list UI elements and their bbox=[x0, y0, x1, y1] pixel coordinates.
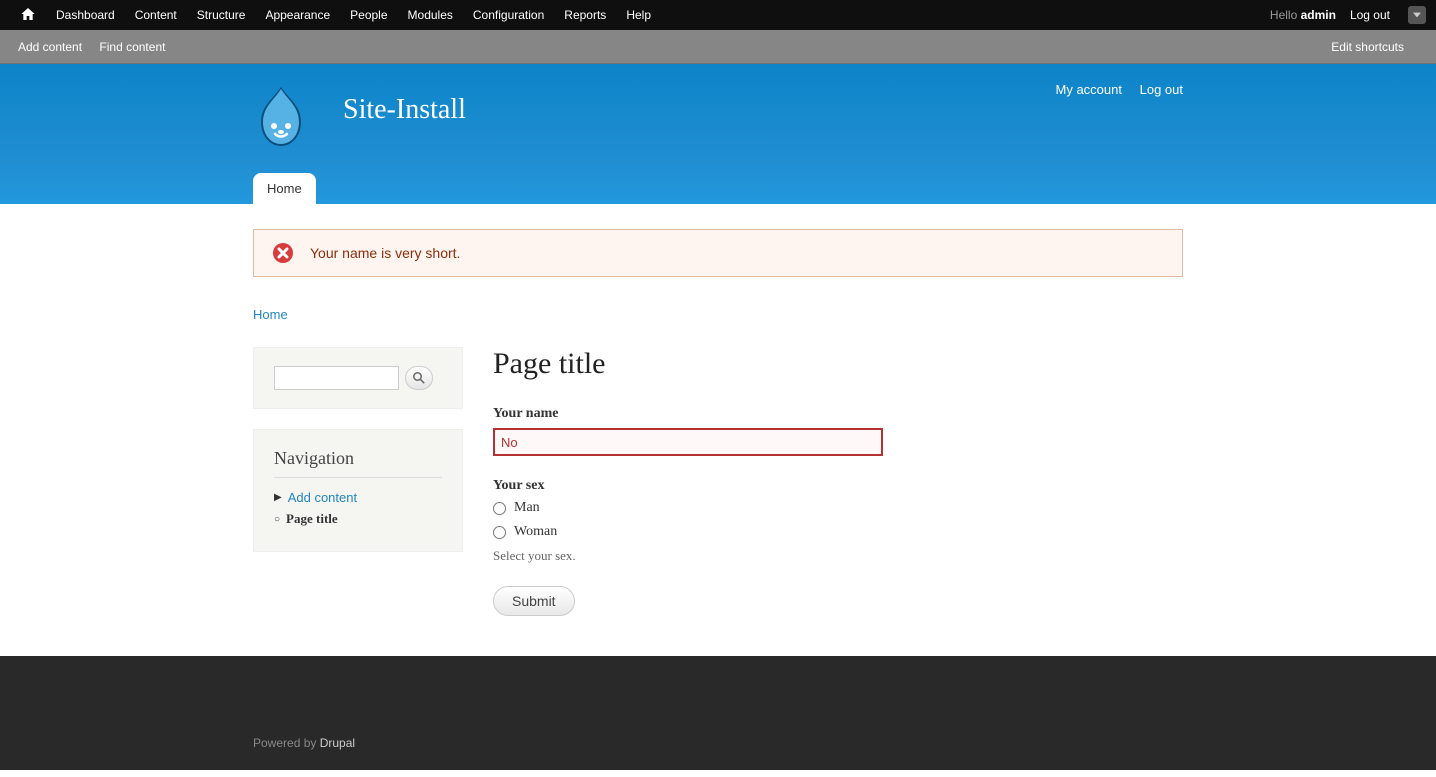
sex-label: Your sex bbox=[493, 478, 1183, 494]
nav-label-page-title: Page title bbox=[286, 511, 338, 527]
navigation-title: Navigation bbox=[274, 448, 442, 478]
submit-button[interactable]: Submit bbox=[493, 586, 575, 616]
site-logo[interactable] bbox=[253, 84, 309, 149]
admin-logout-link[interactable]: Log out bbox=[1340, 0, 1400, 30]
admin-menu-content[interactable]: Content bbox=[125, 0, 187, 30]
admin-menu-dashboard[interactable]: Dashboard bbox=[46, 0, 125, 30]
admin-menu-configuration[interactable]: Configuration bbox=[463, 0, 554, 30]
search-input[interactable] bbox=[274, 366, 399, 390]
site-name[interactable]: Site-Install bbox=[343, 94, 466, 126]
site-header: My account Log out Site-Install Home bbox=[0, 64, 1436, 204]
drupal-link[interactable]: Drupal bbox=[320, 736, 355, 750]
hello-user: Hello admin bbox=[1270, 8, 1336, 22]
admin-toolbar: Dashboard Content Structure Appearance P… bbox=[0, 0, 1436, 30]
radio-woman-row[interactable]: Woman bbox=[493, 524, 1183, 540]
shortcut-add-content[interactable]: Add content bbox=[18, 40, 82, 54]
edit-shortcuts-link[interactable]: Edit shortcuts bbox=[1331, 40, 1404, 54]
search-button[interactable] bbox=[405, 366, 433, 390]
footer: Powered by Drupal bbox=[0, 656, 1436, 770]
nav-link-add-content[interactable]: Add content bbox=[288, 490, 357, 505]
breadcrumb: Home bbox=[253, 307, 1183, 322]
error-icon bbox=[272, 242, 294, 264]
admin-toolbar-right: Hello admin Log out bbox=[1270, 0, 1426, 30]
name-input[interactable] bbox=[493, 428, 883, 456]
nav-item-page-title[interactable]: ○ Page title bbox=[274, 511, 442, 527]
main-content: Page title Your name Your sex Man Woman … bbox=[493, 347, 1183, 616]
powered-by-text: Powered by bbox=[253, 736, 320, 750]
breadcrumb-home[interactable]: Home bbox=[253, 307, 288, 322]
admin-menu-structure[interactable]: Structure bbox=[187, 0, 256, 30]
page-title: Page title bbox=[493, 347, 1183, 381]
admin-menu-modules[interactable]: Modules bbox=[398, 0, 463, 30]
sex-help-text: Select your sex. bbox=[493, 548, 1183, 564]
my-account-link[interactable]: My account bbox=[1056, 82, 1122, 97]
admin-menu-people[interactable]: People bbox=[340, 0, 397, 30]
search-block bbox=[253, 347, 463, 409]
shortcut-find-content[interactable]: Find content bbox=[99, 40, 165, 54]
admin-menu-help[interactable]: Help bbox=[616, 0, 661, 30]
bullet-icon: ○ bbox=[274, 514, 280, 525]
caret-right-icon: ▶ bbox=[274, 492, 282, 503]
nav-item-add-content[interactable]: ▶ Add content bbox=[274, 490, 442, 505]
navigation-block: Navigation ▶ Add content ○ Page title bbox=[253, 429, 463, 552]
search-icon bbox=[413, 372, 425, 384]
logout-link[interactable]: Log out bbox=[1140, 82, 1183, 97]
shortcut-links: Add content Find content bbox=[18, 40, 179, 54]
shortcut-bar: Add content Find content Edit shortcuts bbox=[0, 30, 1436, 64]
home-icon[interactable] bbox=[10, 0, 46, 33]
admin-menu-reports[interactable]: Reports bbox=[554, 0, 616, 30]
toolbar-toggle-button[interactable] bbox=[1408, 6, 1426, 24]
user-links: My account Log out bbox=[1042, 82, 1183, 97]
error-message-box: Your name is very short. bbox=[253, 229, 1183, 277]
page-body: Your name is very short. Home Navigation… bbox=[253, 204, 1183, 616]
sidebar: Navigation ▶ Add content ○ Page title bbox=[253, 347, 463, 616]
name-label: Your name bbox=[493, 406, 1183, 422]
error-message-text: Your name is very short. bbox=[310, 245, 460, 261]
radio-woman[interactable] bbox=[493, 526, 506, 539]
tab-home[interactable]: Home bbox=[253, 173, 316, 204]
admin-menu-appearance[interactable]: Appearance bbox=[255, 0, 340, 30]
radio-man-row[interactable]: Man bbox=[493, 500, 1183, 516]
radio-man[interactable] bbox=[493, 502, 506, 515]
radio-woman-label: Woman bbox=[514, 524, 557, 540]
radio-man-label: Man bbox=[514, 500, 540, 516]
admin-toolbar-left: Dashboard Content Structure Appearance P… bbox=[10, 0, 661, 33]
main-tabs: Home bbox=[253, 173, 316, 204]
